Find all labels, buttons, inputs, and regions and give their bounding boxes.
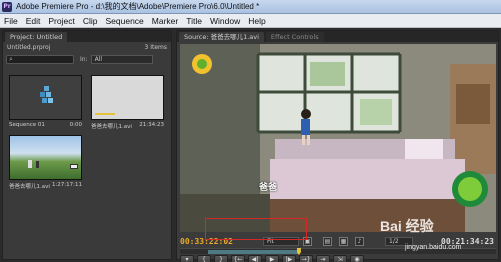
source-tabstrip: Source: 爸爸去哪儿1.avi Effect Controls (177, 31, 498, 42)
item-caption: 爸爸去哪儿1.avi 21:34:23 (91, 120, 164, 130)
project-item-count: 3 Items (144, 44, 167, 51)
search-icon: ⌕ (9, 55, 13, 63)
project-search-row: ⌕ In: All (3, 53, 171, 66)
project-search-input[interactable]: ⌕ (6, 55, 74, 64)
go-to-in-button[interactable]: {← (231, 255, 245, 262)
clip-thumbnail (91, 75, 164, 120)
menu-title[interactable]: Title (182, 16, 206, 26)
video-subtitle: 爸爸 (259, 183, 278, 193)
project-info-row: Untitled.prproj 3 Items (3, 42, 171, 53)
thumb-figure (36, 161, 39, 168)
menu-help[interactable]: Help (244, 16, 269, 26)
item-duration: 0:00 (69, 122, 82, 128)
thumb-badge (70, 164, 78, 169)
project-item-video[interactable]: 爸爸去哪儿1.avi 1:27:17:11 (9, 135, 82, 190)
item-name: 爸爸去哪儿1.avi (91, 124, 132, 130)
project-panel: Project: Untitled Untitled.prproj 3 Item… (2, 30, 172, 260)
tab-source[interactable]: Source: 爸爸去哪儿1.avi (179, 32, 264, 42)
step-forward-button[interactable]: |▶ (282, 255, 296, 262)
menu-file[interactable]: File (0, 16, 22, 26)
window-title: Adobe Premiere Pro - d:\我的文档\Adobe\Premi… (16, 2, 260, 11)
video-scene (180, 44, 496, 232)
step-back-button[interactable]: ◀| (248, 255, 262, 262)
transport-controls: ▾ { } {← ◀| ▶ |▶ →} ⇥ ⇲ ◉ (180, 255, 496, 262)
menu-edit[interactable]: Edit (22, 16, 45, 26)
export-frame-icon[interactable]: ◉ (350, 255, 364, 262)
item-caption: Sequence 01 0:00 (9, 120, 82, 128)
in-label: In: (80, 56, 88, 63)
project-tabstrip: Project: Untitled (3, 31, 171, 42)
overwrite-button[interactable]: ⇲ (333, 255, 347, 262)
play-button[interactable]: ▶ (265, 255, 279, 262)
watermark-url: jingyan.baidu.com (405, 244, 462, 251)
item-name: 爸爸去哪儿1.avi (9, 184, 50, 190)
video-frame: 爸爸 (180, 44, 496, 232)
project-item-clip[interactable]: 爸爸去哪儿1.avi 21:34:23 (91, 75, 164, 130)
menu-marker[interactable]: Marker (148, 16, 182, 26)
project-file-name: Untitled.prproj (7, 44, 51, 51)
source-monitor-panel: Source: 爸爸去哪儿1.avi Effect Controls 爸爸 00… (176, 30, 499, 262)
video-thumbnail (9, 135, 82, 180)
sequence-icon (40, 86, 53, 103)
settings-icon[interactable]: ▤ (323, 237, 332, 246)
premiere-window: Pr Adobe Premiere Pro - d:\我的文档\Adobe\Pr… (0, 0, 501, 262)
highlight-box (205, 218, 307, 240)
menu-window[interactable]: Window (206, 16, 244, 26)
menu-sequence[interactable]: Sequence (101, 16, 147, 26)
menu-project[interactable]: Project (44, 16, 78, 26)
in-dropdown[interactable]: All (90, 55, 153, 64)
thumb-figure (28, 160, 32, 168)
clip-marker (95, 113, 115, 115)
item-duration: 21:34:23 (139, 122, 164, 128)
item-caption: 爸爸去哪儿1.avi 1:27:17:11 (9, 180, 82, 190)
item-name: Sequence 01 (9, 122, 45, 128)
premiere-logo-icon: Pr (2, 1, 12, 12)
menu-bar: File Edit Project Clip Sequence Marker T… (0, 14, 501, 28)
tab-effect-controls[interactable]: Effect Controls (265, 32, 324, 42)
go-to-out-button[interactable]: →} (299, 255, 313, 262)
add-marker-button[interactable]: ▾ (180, 255, 194, 262)
watermark: Bai 经验 (380, 218, 434, 234)
insert-button[interactable]: ⇥ (316, 255, 330, 262)
drag-audio-icon[interactable]: ♪ (355, 237, 364, 246)
menu-clip[interactable]: Clip (79, 16, 102, 26)
item-duration: 1:27:17:11 (51, 182, 82, 188)
drag-video-icon[interactable]: ▦ (339, 237, 348, 246)
sequence-thumbnail (9, 75, 82, 120)
project-item-sequence[interactable]: Sequence 01 0:00 (9, 75, 82, 130)
mark-in-button[interactable]: { (197, 255, 211, 262)
mark-out-button[interactable]: } (214, 255, 228, 262)
title-bar: Pr Adobe Premiere Pro - d:\我的文档\Adobe\Pr… (0, 0, 501, 14)
in-out-range (208, 250, 300, 254)
tab-project[interactable]: Project: Untitled (5, 32, 68, 42)
